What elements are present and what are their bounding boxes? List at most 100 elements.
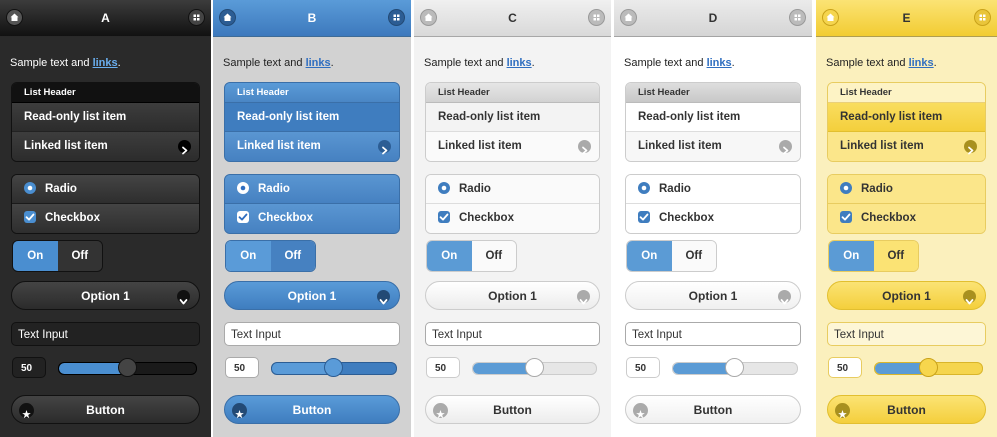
- flip-on[interactable]: On: [226, 241, 271, 271]
- header-bar: B: [213, 0, 411, 37]
- slider-value-input[interactable]: 50: [828, 357, 862, 378]
- text-input[interactable]: Text Input: [224, 322, 400, 346]
- slider-value-input[interactable]: 50: [225, 357, 259, 378]
- sample-text-label: Sample text and: [624, 57, 707, 69]
- slider-handle[interactable]: [525, 358, 544, 377]
- checkbox-option[interactable]: Checkbox: [626, 204, 800, 233]
- readonly-list-item: Read-only list item: [828, 103, 985, 132]
- sample-text-suffix: .: [330, 57, 334, 69]
- check-icon: [237, 210, 249, 223]
- button[interactable]: Button: [11, 395, 200, 424]
- slider-value-input[interactable]: 50: [626, 357, 660, 378]
- check-icon: [438, 210, 450, 223]
- grid-icon[interactable]: [789, 9, 806, 26]
- radio-label: Radio: [258, 183, 290, 195]
- grid-icon[interactable]: [588, 9, 605, 26]
- check-icon: [840, 210, 852, 223]
- star-icon: [433, 403, 448, 419]
- readonly-list-item: Read-only list item: [426, 103, 599, 132]
- header-title: B: [307, 11, 317, 25]
- checkbox-option[interactable]: Checkbox: [828, 204, 985, 233]
- flip-on[interactable]: On: [427, 241, 472, 271]
- sample-text-label: Sample text and: [223, 57, 306, 69]
- flip-on[interactable]: On: [829, 241, 874, 271]
- radio-option[interactable]: Radio: [426, 175, 599, 204]
- flip-on[interactable]: On: [13, 241, 58, 271]
- checkbox-option[interactable]: Checkbox: [426, 204, 599, 233]
- checkbox-label: Checkbox: [459, 212, 514, 224]
- button[interactable]: Button: [224, 395, 400, 424]
- button-label: Button: [493, 403, 532, 417]
- header-bar: E: [816, 0, 997, 37]
- radio-option[interactable]: Radio: [225, 175, 399, 204]
- select-menu[interactable]: Option 1: [425, 281, 600, 310]
- sample-link[interactable]: links: [306, 57, 331, 69]
- select-value: Option 1: [688, 289, 738, 303]
- select-menu[interactable]: Option 1: [224, 281, 400, 310]
- listview: List Header Read-only list item Linked l…: [11, 82, 200, 162]
- select-value: Option 1: [287, 289, 337, 303]
- radio-label: Radio: [45, 183, 77, 195]
- flip-on[interactable]: On: [627, 241, 672, 271]
- button[interactable]: Button: [625, 395, 801, 424]
- select-value: Option 1: [81, 289, 130, 303]
- checkbox-option[interactable]: Checkbox: [12, 204, 199, 233]
- select-menu[interactable]: Option 1: [625, 281, 801, 310]
- slider-value-input[interactable]: 50: [12, 357, 46, 378]
- sample-link[interactable]: links: [93, 57, 118, 69]
- checkbox-option[interactable]: Checkbox: [225, 204, 399, 233]
- slider-handle[interactable]: [324, 358, 343, 377]
- select-menu[interactable]: Option 1: [11, 281, 200, 310]
- readonly-list-item: Read-only list item: [225, 103, 399, 132]
- star-icon: [835, 403, 850, 419]
- checkbox-label: Checkbox: [861, 212, 916, 224]
- flip-switch[interactable]: On Off: [828, 240, 919, 272]
- flip-switch[interactable]: On Off: [426, 240, 517, 272]
- radio-on-icon: [24, 181, 36, 194]
- linked-list-item-label: Linked list item: [438, 140, 522, 152]
- grid-icon[interactable]: [188, 9, 205, 26]
- linked-list-item[interactable]: Linked list item: [828, 132, 985, 161]
- sample-link[interactable]: links: [707, 57, 732, 69]
- slider-handle[interactable]: [118, 358, 137, 377]
- select-menu[interactable]: Option 1: [827, 281, 986, 310]
- select-value: Option 1: [882, 289, 931, 303]
- text-input[interactable]: Text Input: [625, 322, 801, 346]
- sample-text: Sample text and links.: [10, 57, 121, 69]
- slider-handle[interactable]: [725, 358, 744, 377]
- flip-switch[interactable]: On Off: [626, 240, 717, 272]
- flip-off[interactable]: Off: [270, 241, 315, 271]
- button[interactable]: Button: [827, 395, 986, 424]
- flip-off[interactable]: Off: [471, 241, 516, 271]
- header-title: E: [902, 11, 911, 25]
- radio-option[interactable]: Radio: [828, 175, 985, 204]
- linked-list-item[interactable]: Linked list item: [12, 132, 199, 161]
- flip-off[interactable]: Off: [873, 241, 918, 271]
- text-input[interactable]: Text Input: [11, 322, 200, 346]
- grid-icon[interactable]: [974, 9, 991, 26]
- checkbox-label: Checkbox: [659, 212, 714, 224]
- linked-list-item[interactable]: Linked list item: [626, 132, 800, 161]
- arrow-right-icon: [578, 140, 591, 155]
- listview: List Header Read-only list item Linked l…: [425, 82, 600, 162]
- flip-off[interactable]: Off: [57, 241, 102, 271]
- flip-off[interactable]: Off: [671, 241, 716, 271]
- header-title: A: [101, 11, 110, 25]
- flip-switch[interactable]: On Off: [12, 240, 103, 272]
- radio-option[interactable]: Radio: [626, 175, 800, 204]
- slider-value-input[interactable]: 50: [426, 357, 460, 378]
- checkbox-label: Checkbox: [258, 212, 313, 224]
- grid-icon[interactable]: [388, 9, 405, 26]
- radio-option[interactable]: Radio: [12, 175, 199, 204]
- linked-list-item[interactable]: Linked list item: [426, 132, 599, 161]
- sample-link[interactable]: links: [909, 57, 934, 69]
- slider-handle[interactable]: [919, 358, 938, 377]
- button[interactable]: Button: [425, 395, 600, 424]
- sample-link[interactable]: links: [507, 57, 532, 69]
- linked-list-item[interactable]: Linked list item: [225, 132, 399, 161]
- button-label: Button: [693, 403, 733, 417]
- text-input[interactable]: Text Input: [827, 322, 986, 346]
- controlgroup: Radio Checkbox: [11, 174, 200, 234]
- flip-switch[interactable]: On Off: [225, 240, 316, 272]
- text-input[interactable]: Text Input: [425, 322, 600, 346]
